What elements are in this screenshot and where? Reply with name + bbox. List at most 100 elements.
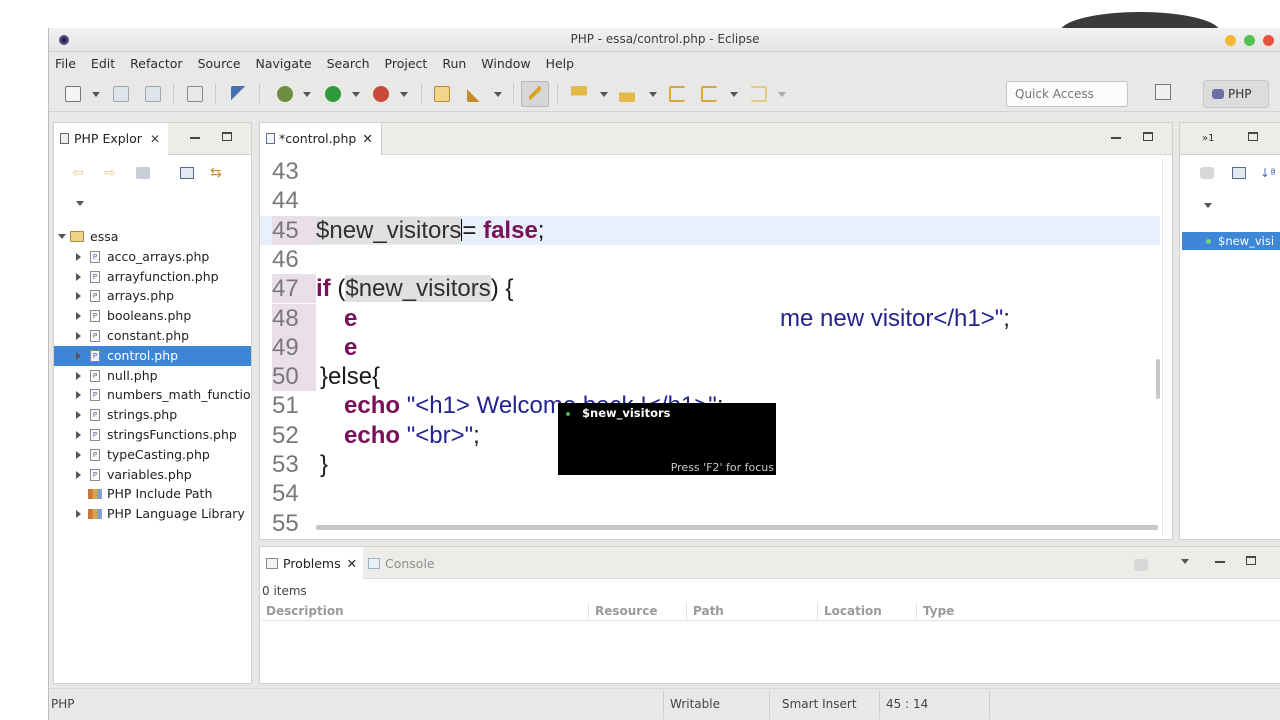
pin-icon[interactable] bbox=[231, 86, 247, 102]
hidden-tabs-count[interactable]: »1 bbox=[1202, 133, 1214, 144]
expand-icon[interactable] bbox=[76, 430, 81, 439]
quick-access-input[interactable] bbox=[1006, 81, 1128, 107]
maximize-view-icon[interactable] bbox=[1143, 132, 1153, 141]
expand-icon[interactable] bbox=[76, 371, 81, 380]
menu-navigate[interactable]: Navigate bbox=[256, 56, 312, 71]
menu-project[interactable]: Project bbox=[385, 56, 428, 71]
link-with-editor-icon[interactable]: ⇆ bbox=[210, 166, 224, 180]
view-menu-icon[interactable] bbox=[76, 201, 84, 206]
external-tools-icon[interactable] bbox=[373, 86, 389, 102]
print-icon[interactable] bbox=[187, 86, 203, 102]
menu-search[interactable]: Search bbox=[327, 56, 370, 71]
expand-icon[interactable] bbox=[76, 292, 81, 301]
column-type[interactable]: Type bbox=[923, 604, 954, 618]
minimize-view-icon[interactable] bbox=[190, 137, 200, 139]
code-text-area[interactable]: 43 44 45 $new_visitors= false; 46 47 if … bbox=[260, 157, 1172, 537]
search-icon[interactable] bbox=[467, 86, 483, 102]
tree-project-essa[interactable]: essa bbox=[54, 227, 251, 247]
debug-dropdown-arrow-icon[interactable] bbox=[303, 92, 311, 97]
forward-dropdown-arrow-icon[interactable] bbox=[778, 92, 786, 97]
maximize-view-icon[interactable] bbox=[222, 132, 232, 141]
menu-refactor[interactable]: Refactor bbox=[130, 56, 182, 71]
run-icon[interactable] bbox=[325, 86, 341, 102]
expand-icon[interactable] bbox=[76, 272, 81, 281]
expand-icon[interactable] bbox=[76, 470, 81, 479]
run-dropdown-arrow-icon[interactable] bbox=[352, 92, 360, 97]
tree-include-path[interactable]: PHP Include Path bbox=[54, 484, 251, 504]
tab-console[interactable]: Console bbox=[362, 547, 441, 579]
maximize-window-button[interactable] bbox=[1244, 35, 1255, 46]
column-location[interactable]: Location bbox=[824, 604, 882, 618]
next-annotation-dropdown-arrow-icon[interactable] bbox=[600, 92, 608, 97]
back-dropdown-arrow-icon[interactable] bbox=[730, 92, 738, 97]
column-divider[interactable] bbox=[916, 603, 917, 619]
back-icon[interactable] bbox=[701, 86, 717, 102]
next-annotation-icon[interactable] bbox=[571, 86, 587, 102]
debug-icon[interactable] bbox=[277, 86, 293, 102]
tree-file[interactable]: Parrays.php bbox=[54, 286, 251, 306]
close-icon[interactable]: ✕ bbox=[347, 556, 357, 571]
horizontal-scrollbar[interactable] bbox=[316, 525, 1158, 530]
forward-icon[interactable] bbox=[751, 86, 767, 102]
column-divider[interactable] bbox=[588, 603, 589, 619]
tree-file[interactable]: Pbooleans.php bbox=[54, 306, 251, 326]
close-icon[interactable]: ✕ bbox=[362, 131, 372, 146]
vertical-scrollbar[interactable] bbox=[1156, 359, 1160, 399]
external-tools-dropdown-arrow-icon[interactable] bbox=[400, 92, 408, 97]
filter-icon[interactable] bbox=[1134, 559, 1148, 571]
tree-file[interactable]: Pnull.php bbox=[54, 366, 251, 386]
sort-icon[interactable] bbox=[1200, 167, 1214, 179]
open-perspective-icon[interactable] bbox=[1155, 84, 1171, 100]
sort-alpha-icon[interactable]: ↓ª bbox=[1260, 167, 1276, 179]
tab-problems[interactable]: Problems ✕ bbox=[260, 547, 364, 579]
expand-icon[interactable] bbox=[58, 234, 66, 239]
collapse-all-icon[interactable] bbox=[1232, 167, 1246, 179]
tree-file-selected[interactable]: Pcontrol.php bbox=[54, 345, 251, 366]
back-icon[interactable]: ⇦ bbox=[72, 166, 86, 180]
minimize-view-icon[interactable] bbox=[1215, 561, 1225, 563]
tree-file[interactable]: Parrayfunction.php bbox=[54, 267, 251, 287]
expand-icon[interactable] bbox=[76, 510, 81, 519]
save-all-icon[interactable] bbox=[145, 86, 161, 102]
menu-run[interactable]: Run bbox=[442, 56, 466, 71]
column-description[interactable]: Description bbox=[266, 604, 344, 618]
expand-icon[interactable] bbox=[76, 331, 81, 340]
outline-item-variable[interactable]: $new_visi bbox=[1182, 232, 1280, 250]
tree-file[interactable]: Pstrings.php bbox=[54, 405, 251, 425]
close-window-button[interactable] bbox=[1263, 35, 1274, 46]
new-dropdown-arrow-icon[interactable] bbox=[92, 92, 100, 97]
expand-icon[interactable] bbox=[76, 312, 81, 321]
column-divider[interactable] bbox=[817, 603, 818, 619]
forward-icon[interactable]: ⇨ bbox=[104, 166, 118, 180]
editor-tab-control-php[interactable]: *control.php ✕ bbox=[260, 123, 382, 155]
expand-icon[interactable] bbox=[76, 252, 81, 261]
expand-icon[interactable] bbox=[76, 391, 81, 400]
column-resource[interactable]: Resource bbox=[595, 604, 657, 618]
open-type-icon[interactable] bbox=[434, 86, 450, 102]
maximize-view-icon[interactable] bbox=[1246, 556, 1256, 565]
last-edit-location-icon[interactable] bbox=[669, 86, 685, 102]
maximize-view-icon[interactable] bbox=[1248, 132, 1258, 141]
variable-hover-tooltip[interactable]: $new_visitors Press 'F2' for focus bbox=[558, 403, 776, 475]
view-menu-icon[interactable] bbox=[1181, 559, 1189, 564]
column-divider[interactable] bbox=[686, 603, 687, 619]
close-icon[interactable]: ✕ bbox=[150, 132, 160, 146]
up-icon[interactable] bbox=[136, 167, 150, 179]
menu-window[interactable]: Window bbox=[481, 56, 530, 71]
column-path[interactable]: Path bbox=[693, 604, 724, 618]
view-menu-icon[interactable] bbox=[1204, 203, 1212, 208]
save-icon[interactable] bbox=[113, 86, 129, 102]
minimize-window-button[interactable] bbox=[1225, 35, 1236, 46]
menu-source[interactable]: Source bbox=[198, 56, 241, 71]
previous-annotation-icon[interactable] bbox=[619, 86, 635, 102]
tree-file[interactable]: Pconstant.php bbox=[54, 326, 251, 346]
new-file-icon[interactable] bbox=[65, 86, 81, 102]
previous-annotation-dropdown-arrow-icon[interactable] bbox=[649, 92, 657, 97]
php-perspective-button[interactable]: PHP bbox=[1203, 80, 1269, 108]
expand-icon[interactable] bbox=[76, 351, 81, 360]
tree-file[interactable]: Pnumbers_math_functior bbox=[54, 385, 251, 405]
minimize-view-icon[interactable] bbox=[1111, 137, 1121, 139]
tree-file[interactable]: PtypeCasting.php bbox=[54, 445, 251, 465]
collapse-all-icon[interactable] bbox=[180, 167, 194, 179]
expand-icon[interactable] bbox=[76, 411, 81, 420]
